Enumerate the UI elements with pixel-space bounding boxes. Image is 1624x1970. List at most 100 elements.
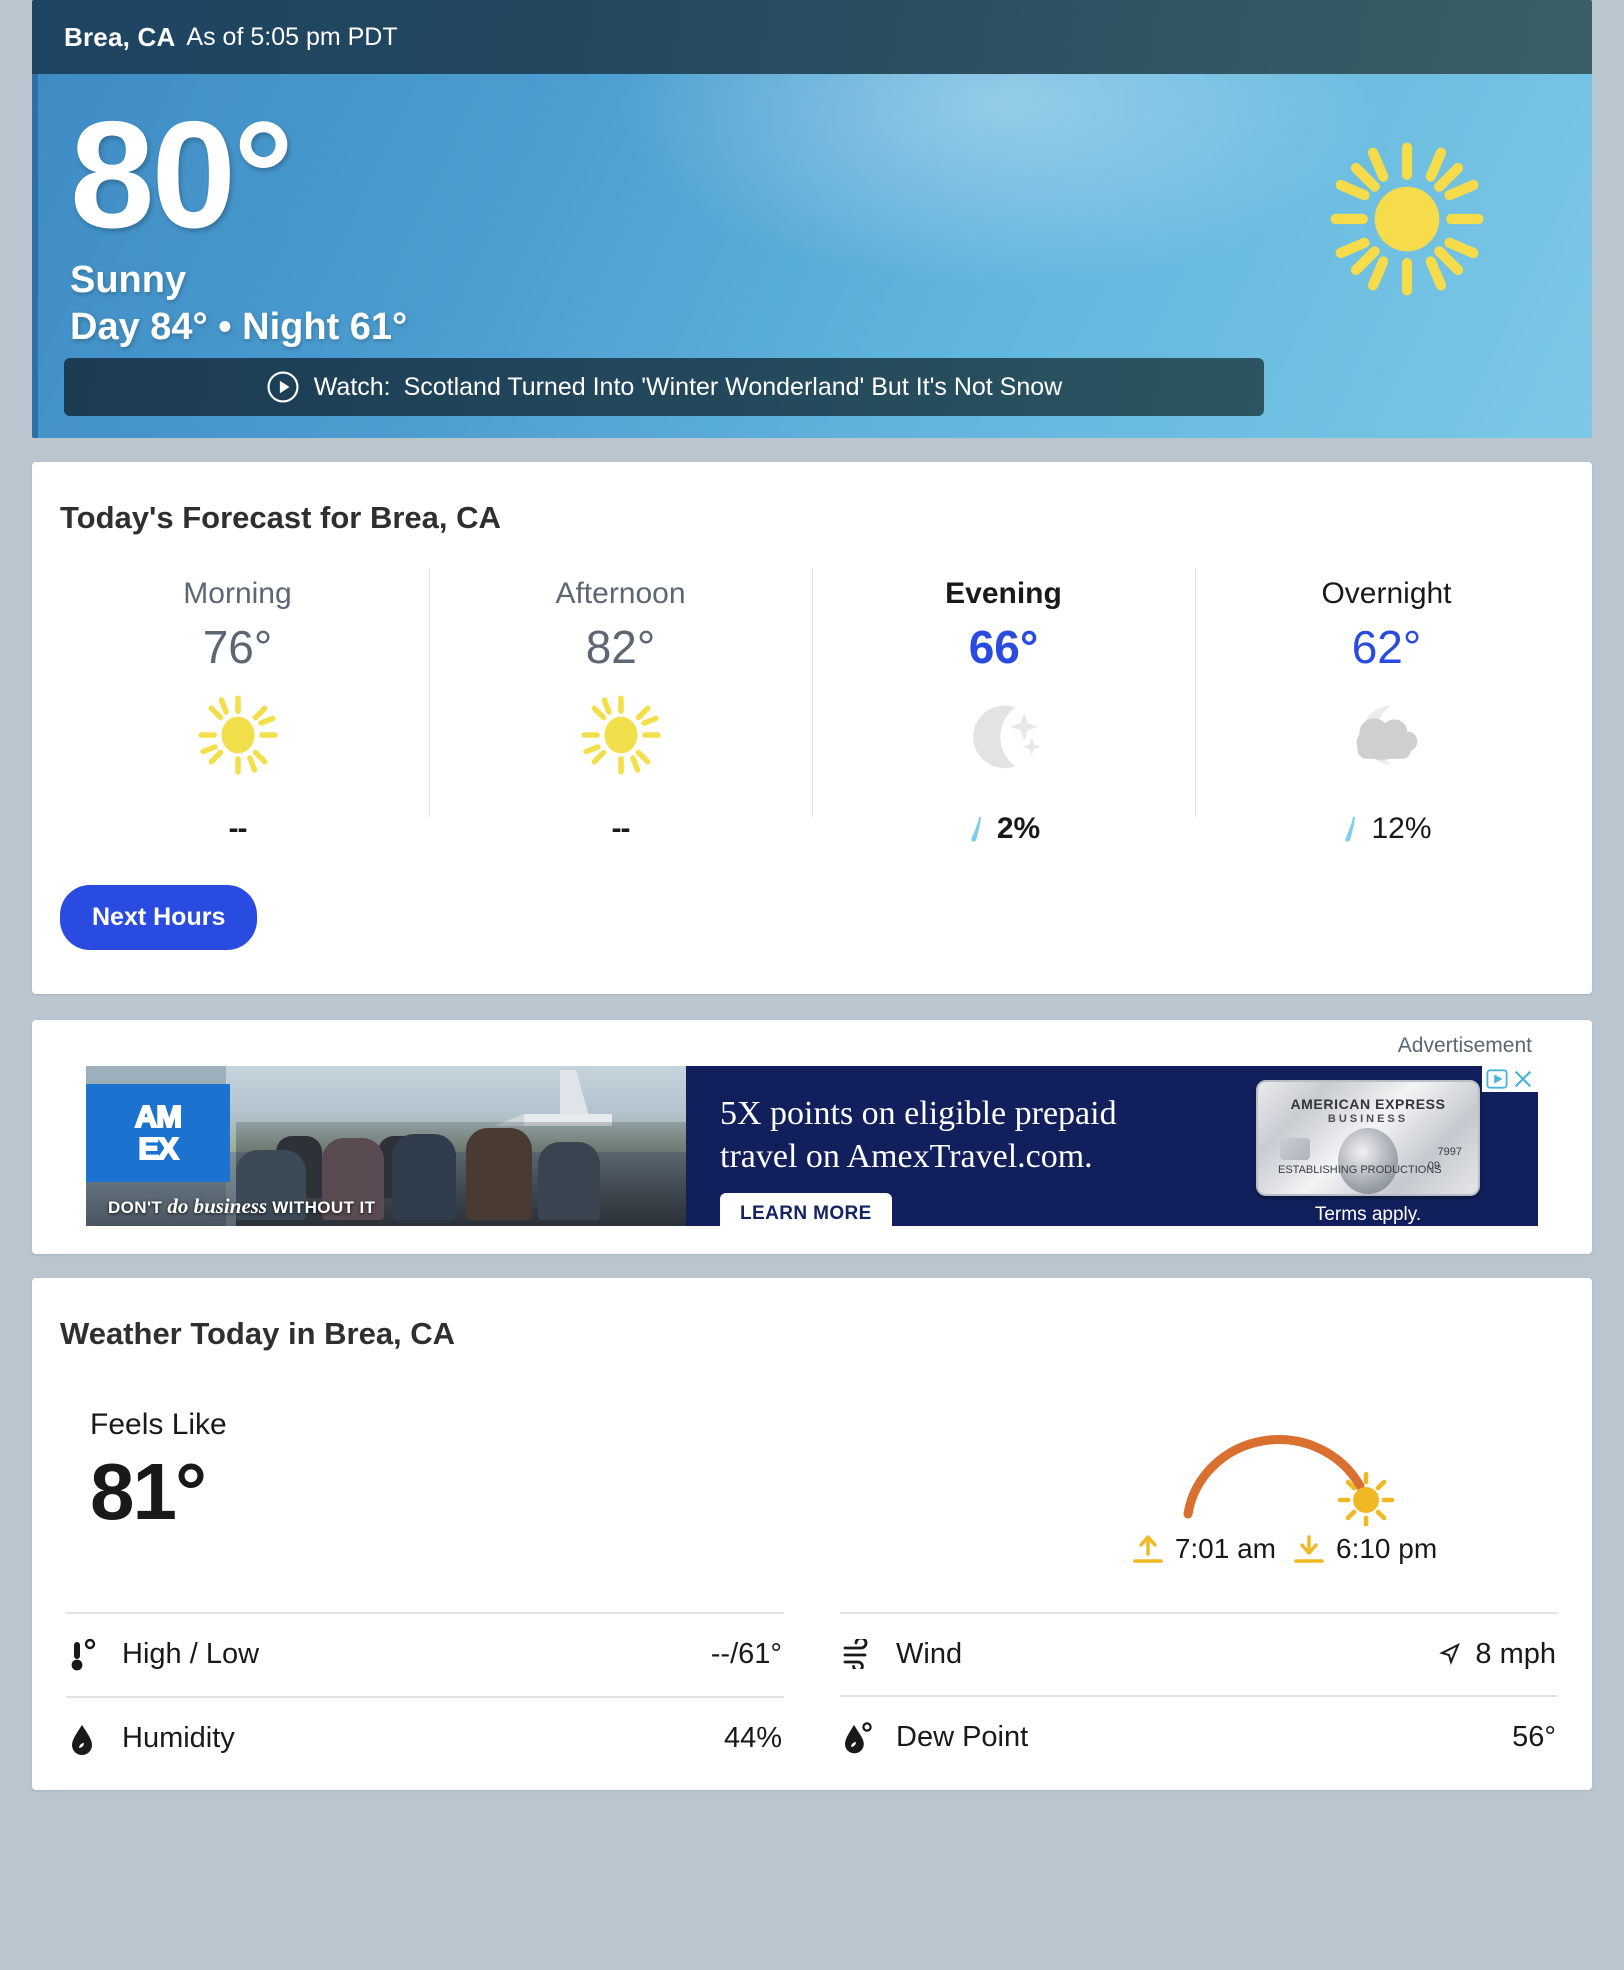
sun-arc-icon: [1183, 1434, 1395, 1526]
sun-icon: [580, 695, 661, 775]
wind-direction-arrow-icon: [1439, 1643, 1461, 1666]
period-precipitation: 12%: [1371, 811, 1432, 845]
centurion-head-icon: [1338, 1127, 1398, 1194]
ad-tagline-emphasis: do business: [167, 1193, 268, 1218]
period-precipitation: --: [228, 811, 248, 845]
feels-like-value: 81°: [90, 1446, 207, 1536]
ad-tagline: DON'T do business WITHOUT IT: [108, 1194, 375, 1219]
sun-icon: [197, 695, 278, 775]
detail-dew-point: Dew Point 56°: [840, 1694, 1558, 1779]
detail-high-low: High / Low --/61°: [66, 1611, 784, 1696]
cloud-moon-icon: [1356, 705, 1417, 765]
detail-wind: Wind 8 mph: [840, 1611, 1558, 1695]
sun-icon: [1330, 142, 1484, 296]
detail-name: Wind: [896, 1637, 963, 1670]
period-precipitation: --: [611, 811, 631, 845]
period-temperature: 66°: [968, 621, 1039, 673]
todays-forecast-card: Today's Forecast for Brea, CA Morning 76…: [32, 462, 1592, 994]
todays-forecast-title: Today's Forecast for Brea, CA: [60, 500, 501, 535]
period-label: Overnight: [1321, 577, 1452, 610]
sunrise-group: 7:01 am: [1131, 1532, 1276, 1566]
watch-video-banner[interactable]: Watch: Scotland Turned Into 'Winter Wond…: [64, 358, 1264, 416]
next-hours-button[interactable]: Next Hours: [60, 884, 258, 950]
detail-value-wrapper: 8 mph: [1437, 1638, 1556, 1671]
period-icon-wrapper: [812, 685, 1195, 785]
period-icon-wrapper: [429, 685, 812, 785]
ad-tagline-pre: DON'T: [108, 1197, 168, 1217]
detail-name: High / Low: [122, 1638, 260, 1671]
feels-like-label: Feels Like: [90, 1407, 227, 1441]
forecast-period-overnight[interactable]: Overnight 62° 12%: [1195, 562, 1578, 857]
detail-name: Humidity: [122, 1722, 235, 1755]
sunset-arrow-icon: [1294, 1534, 1324, 1563]
weather-today-title: Weather Today in Brea, CA: [60, 1315, 456, 1351]
humidity-drop-icon: [68, 1722, 122, 1756]
detail-value: 44%: [723, 1722, 782, 1755]
period-icon-wrapper: [46, 685, 429, 785]
card-chip-icon: [1280, 1137, 1310, 1160]
period-precipitation-wrapper: 2%: [812, 811, 1195, 847]
weather-today-top: Feels Like 81° 7:01 am 6:10 pm: [60, 1408, 1564, 1566]
hero-body: 80° Sunny Day 84° • Night 61° Watch: Sco…: [32, 74, 1592, 438]
advertisement-label: Advertisement: [1397, 1033, 1532, 1057]
watch-headline: Scotland Turned Into 'Winter Wonderland'…: [403, 372, 1063, 401]
ad-headline: 5X points on eligible prepaid travel on …: [720, 1094, 1117, 1176]
ad-terms-text: Terms apply.: [1314, 1203, 1422, 1225]
period-temperature: 62°: [1351, 621, 1422, 673]
amex-business-card-image: AMERICAN EXPRESS BUSINESS 7997 ESTABLISH…: [1256, 1079, 1480, 1196]
period-temperature: 82°: [585, 621, 656, 673]
period-label: Evening: [945, 577, 1062, 610]
hero-current-conditions: Brea, CA As of 5:05 pm PDT 80° Sunny Day…: [32, 0, 1592, 438]
watch-label: Watch:: [313, 372, 391, 401]
sunset-group: 6:10 pm: [1292, 1532, 1437, 1566]
ad-card-art: AMERICAN EXPRESS BUSINESS 7997 ESTABLISH…: [1198, 1065, 1538, 1226]
day-night-temps: Day 84° • Night 61°: [70, 306, 408, 349]
ad-photo-person: [538, 1141, 600, 1220]
ad-copy: 5X points on eligible prepaid travel on …: [686, 1066, 1198, 1226]
sun-times: 7:01 am 6:10 pm: [1131, 1532, 1437, 1566]
sunset-time: 6:10 pm: [1336, 1532, 1438, 1564]
ad-photo-person: [466, 1127, 532, 1220]
ad-banner[interactable]: AM EX DON'T do business WITHOUT IT 5X po…: [86, 1065, 1538, 1226]
advertisement-card: Advertisement AM EX DON'T do business WI…: [32, 1019, 1592, 1254]
ad-learn-more-button[interactable]: LEARN MORE: [720, 1192, 892, 1226]
detail-value: 8 mph: [1475, 1637, 1556, 1670]
raindrop-icon: [971, 816, 981, 842]
adchoices-icon[interactable]: [1486, 1068, 1508, 1090]
amex-logo-line1: AM: [134, 1098, 183, 1134]
card-holder-name: ESTABLISHING PRODUCTIONS: [1278, 1163, 1442, 1176]
weather-today-card: Weather Today in Brea, CA Feels Like 81°: [32, 1277, 1592, 1790]
weather-details-grid: High / Low --/61° Humidity 44% Wind 8 mp…: [60, 1611, 1564, 1780]
forecast-periods-row: Morning 76° -- Afternoon 82° -- Evening …: [32, 562, 1592, 857]
forecast-period-morning[interactable]: Morning 76° --: [46, 562, 429, 857]
sun-position-icon: [1337, 1471, 1395, 1526]
as-of-time: As of 5:05 pm PDT: [186, 22, 398, 51]
amex-logo: AM EX: [86, 1083, 230, 1182]
ad-photo-person: [392, 1133, 456, 1220]
forecast-period-evening[interactable]: Evening 66° 2%: [812, 562, 1195, 857]
close-icon[interactable]: [1512, 1068, 1534, 1090]
ad-photo: AM EX DON'T do business WITHOUT IT: [86, 1065, 686, 1226]
play-circle-icon: [267, 371, 299, 403]
ad-controls[interactable]: [1482, 1065, 1538, 1092]
period-icon-wrapper: [1195, 685, 1578, 785]
sun-arc-widget: 7:01 am 6:10 pm: [1004, 1408, 1564, 1566]
card-brand-name: AMERICAN EXPRESS: [1290, 1095, 1446, 1112]
amex-logo-line2: EX: [137, 1130, 179, 1166]
period-label: Afternoon: [555, 577, 686, 610]
raindrop-icon: [1345, 816, 1356, 842]
location-name: Brea, CA: [64, 21, 176, 52]
hero-location-bar: Brea, CA As of 5:05 pm PDT: [32, 0, 1592, 74]
detail-humidity: Humidity 44%: [66, 1695, 784, 1780]
period-temperature: 76°: [202, 621, 273, 673]
weather-details-right-column: Wind 8 mph Dew Point 56°: [840, 1611, 1558, 1780]
period-precipitation: 2%: [996, 811, 1041, 845]
sunrise-arrow-icon: [1133, 1534, 1163, 1563]
card-brand-type: BUSINESS: [1327, 1112, 1409, 1125]
period-label: Morning: [183, 577, 292, 610]
detail-value: --/61°: [710, 1638, 782, 1671]
card-expiry: 09: [1427, 1159, 1440, 1172]
forecast-period-afternoon[interactable]: Afternoon 82° --: [429, 562, 812, 857]
wind-icon: [842, 1639, 896, 1670]
ad-tagline-post: WITHOUT IT: [267, 1197, 376, 1217]
